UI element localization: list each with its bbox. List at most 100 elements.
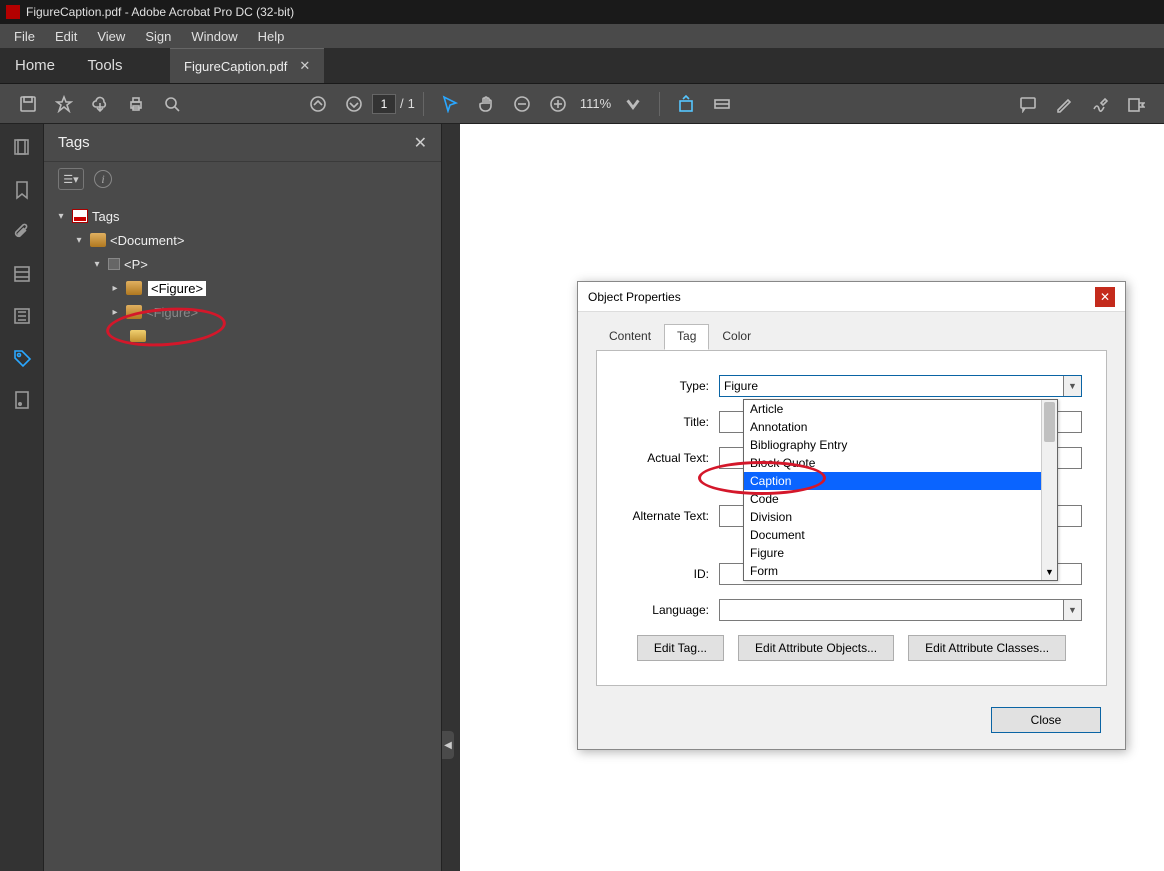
tabs-row: Home Tools FigureCaption.pdf ✕ xyxy=(0,48,1164,84)
edit-attribute-classes-button[interactable]: Edit Attribute Classes... xyxy=(908,635,1066,661)
tags-tree: ▾ Tags ▾ <Document> ▾ <P> ▸ <Figure> ▸ xyxy=(44,196,441,356)
content-icon[interactable] xyxy=(12,390,32,410)
close-button[interactable]: Close xyxy=(991,707,1101,733)
tree-root-label: Tags xyxy=(92,209,119,224)
tree-figure-2-label: <Figure> xyxy=(146,305,198,320)
tree-figure-1-label: <Figure> xyxy=(148,281,206,296)
page-sep: / xyxy=(400,96,404,111)
fit-icon[interactable] xyxy=(672,90,700,118)
label-alternate-text: Alternate Text: xyxy=(621,509,719,523)
dialog-titlebar[interactable]: Object Properties ✕ xyxy=(578,282,1125,312)
dropdown-item-bibliography[interactable]: Bibliography Entry xyxy=(744,436,1057,454)
order-icon[interactable] xyxy=(12,306,32,326)
label-language: Language: xyxy=(621,603,719,617)
hand-icon[interactable] xyxy=(472,90,500,118)
dropdown-item-figure[interactable]: Figure xyxy=(744,544,1057,562)
tree-figure-1[interactable]: ▸ <Figure> xyxy=(54,276,431,300)
highlight-icon[interactable] xyxy=(1050,90,1078,118)
menu-view[interactable]: View xyxy=(87,27,135,46)
dialog-tabs: Content Tag Color xyxy=(596,324,1107,350)
menu-edit[interactable]: Edit xyxy=(45,27,87,46)
scroll-thumb[interactable] xyxy=(1044,402,1055,442)
label-title: Title: xyxy=(621,415,719,429)
sign-icon[interactable] xyxy=(1086,90,1114,118)
scroll-down-icon[interactable]: ▼ xyxy=(1042,564,1057,580)
page-number: / 1 xyxy=(372,94,415,114)
info-icon[interactable]: i xyxy=(94,170,112,188)
tags-options: ☰▾ i xyxy=(44,162,441,196)
dropdown-item-document[interactable]: Document xyxy=(744,526,1057,544)
tree-root[interactable]: ▾ Tags xyxy=(54,204,431,228)
page-up-icon[interactable] xyxy=(304,90,332,118)
menu-help[interactable]: Help xyxy=(248,27,295,46)
collapse-handle-icon[interactable]: ◀ xyxy=(442,731,454,759)
menubar: File Edit View Sign Window Help xyxy=(0,24,1164,48)
tree-document-label: <Document> xyxy=(110,233,184,248)
save-icon[interactable] xyxy=(14,90,42,118)
tab-color[interactable]: Color xyxy=(709,324,764,350)
dropdown-item-caption[interactable]: Caption xyxy=(744,472,1057,490)
file-tabs: FigureCaption.pdf ✕ xyxy=(170,48,324,83)
label-actual-text: Actual Text: xyxy=(621,451,719,465)
tree-document[interactable]: ▾ <Document> xyxy=(54,228,431,252)
language-combobox[interactable]: ▼ xyxy=(719,599,1082,621)
menu-sign[interactable]: Sign xyxy=(135,27,181,46)
print-icon[interactable] xyxy=(122,90,150,118)
tab-home[interactable]: Home xyxy=(0,48,70,83)
dropdown-item-code[interactable]: Code xyxy=(744,490,1057,508)
tags-icon[interactable] xyxy=(12,348,32,368)
dropdown-item-annotation[interactable]: Annotation xyxy=(744,418,1057,436)
cloud-icon[interactable] xyxy=(86,90,114,118)
tags-header: Tags ✕ xyxy=(44,124,441,162)
edit-tag-button[interactable]: Edit Tag... xyxy=(637,635,724,661)
object-properties-dialog: Object Properties ✕ Content Tag Color Ty… xyxy=(577,281,1126,750)
dialog-close-icon[interactable]: ✕ xyxy=(1095,287,1115,307)
type-combobox[interactable]: Figure ▼ xyxy=(719,375,1082,397)
tab-tools[interactable]: Tools xyxy=(70,48,140,83)
layers-icon[interactable] xyxy=(12,264,32,284)
edit-attribute-objects-button[interactable]: Edit Attribute Objects... xyxy=(738,635,894,661)
menu-file[interactable]: File xyxy=(4,27,45,46)
dropdown-item-article[interactable]: Article xyxy=(744,400,1057,418)
page-down-icon[interactable] xyxy=(340,90,368,118)
dropdown-item-division[interactable]: Division xyxy=(744,508,1057,526)
label-id: ID: xyxy=(621,567,719,581)
dialog-title-text: Object Properties xyxy=(588,290,681,304)
tab-content[interactable]: Content xyxy=(596,324,664,350)
close-panel-icon[interactable]: ✕ xyxy=(414,133,427,153)
tree-leaf[interactable] xyxy=(54,324,431,348)
comment-icon[interactable] xyxy=(1014,90,1042,118)
thumbnails-icon[interactable] xyxy=(12,138,32,158)
app-icon xyxy=(6,5,20,19)
dropdown-item-form[interactable]: Form xyxy=(744,562,1057,580)
tab-tag[interactable]: Tag xyxy=(664,324,709,350)
dropdown-scrollbar[interactable]: ▼ xyxy=(1041,400,1057,580)
dropdown-caret-icon[interactable]: ▼ xyxy=(1063,376,1081,396)
stamp-icon[interactable] xyxy=(1122,90,1150,118)
language-caret-icon[interactable]: ▼ xyxy=(1063,600,1081,620)
attachment-icon[interactable] xyxy=(12,222,32,242)
zoom-in-icon[interactable] xyxy=(544,90,572,118)
zoom-out-icon[interactable] xyxy=(508,90,536,118)
file-tab[interactable]: FigureCaption.pdf ✕ xyxy=(170,48,324,83)
tree-p[interactable]: ▾ <P> xyxy=(54,252,431,276)
label-type: Type: xyxy=(621,379,719,393)
menu-window[interactable]: Window xyxy=(181,27,247,46)
star-icon[interactable] xyxy=(50,90,78,118)
page-total: 1 xyxy=(408,96,415,111)
tree-figure-2[interactable]: ▸ <Figure> xyxy=(54,300,431,324)
bookmark-icon[interactable] xyxy=(12,180,32,200)
zoom-caret-icon[interactable] xyxy=(619,90,647,118)
close-tab-icon[interactable]: ✕ xyxy=(299,58,310,74)
page-current-input[interactable] xyxy=(372,94,396,114)
tags-panel: Tags ✕ ☰▾ i ▾ Tags ▾ <Document> ▾ <P> xyxy=(44,124,442,871)
dropdown-item-blockquote[interactable]: Block Quote xyxy=(744,454,1057,472)
left-rail xyxy=(0,124,44,871)
zoom-level: 111% xyxy=(580,96,611,111)
select-icon[interactable] xyxy=(436,90,464,118)
search-icon[interactable] xyxy=(158,90,186,118)
page-display-icon[interactable] xyxy=(708,90,736,118)
title-text: FigureCaption.pdf - Adobe Acrobat Pro DC… xyxy=(26,5,294,19)
tree-p-label: <P> xyxy=(124,257,148,272)
options-menu-button[interactable]: ☰▾ xyxy=(58,168,84,190)
